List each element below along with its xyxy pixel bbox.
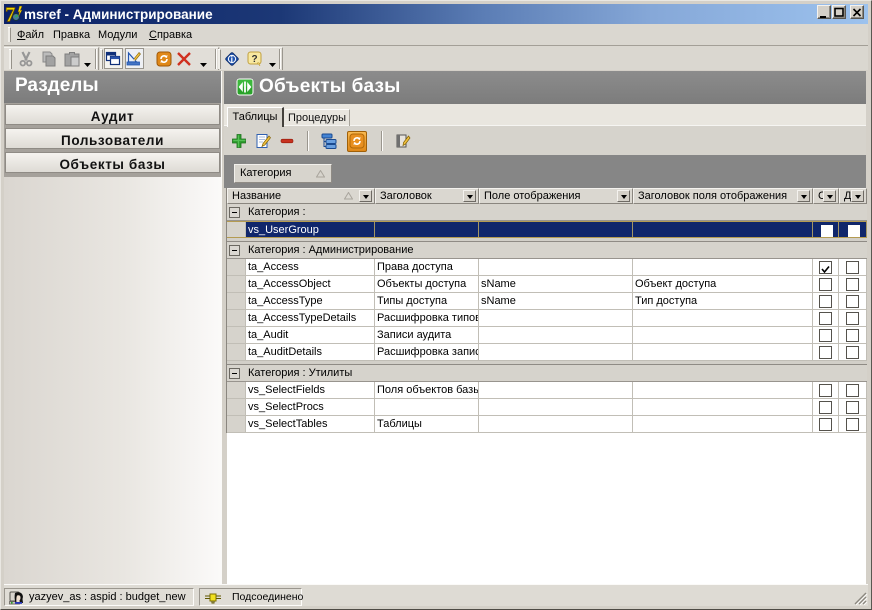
svg-text:i: i — [231, 54, 233, 64]
svg-text:?: ? — [252, 54, 258, 65]
